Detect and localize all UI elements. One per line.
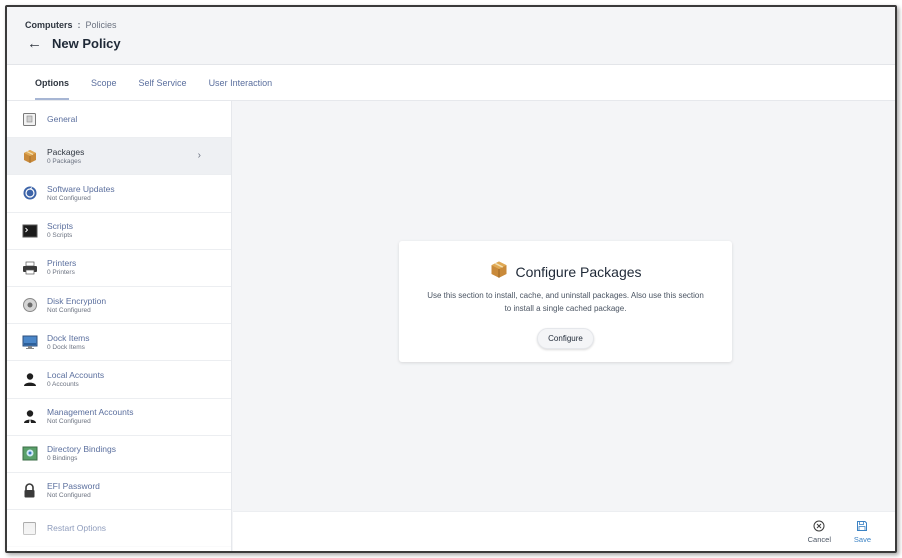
sidebar-item-label: Dock Items — [47, 332, 90, 343]
sidebar-item-dock-items[interactable]: Dock Items 0 Dock Items — [7, 324, 231, 362]
sidebar-item-label: Scripts — [47, 221, 73, 232]
sidebar-item-local-accounts[interactable]: Local Accounts 0 Accounts — [7, 361, 231, 399]
sidebar-item-label: Disk Encryption — [47, 295, 107, 306]
package-icon — [21, 148, 38, 165]
sidebar-item-restart-options[interactable]: Restart Options — [7, 510, 231, 548]
sidebar-item-label: Packages — [47, 146, 85, 157]
monitor-icon — [21, 334, 38, 351]
card-header: Configure Packages — [399, 259, 732, 284]
admin-user-icon — [21, 408, 38, 425]
sidebar-item-general[interactable]: General — [7, 101, 231, 139]
card-description: Use this section to install, cache, and … — [399, 289, 732, 315]
save-button[interactable]: Save — [854, 519, 871, 544]
sidebar-item-label: Directory Bindings — [47, 444, 116, 455]
tab-user-interaction[interactable]: User Interaction — [209, 65, 273, 100]
title-row: ← New Policy — [27, 36, 121, 51]
sidebar-item-label: General — [47, 113, 78, 124]
sidebar-item-sub: 0 Accounts — [47, 380, 79, 388]
page-header: Computers : Policies ← New Policy — [7, 7, 895, 65]
terminal-icon — [21, 222, 38, 239]
tab-scope[interactable]: Scope — [91, 65, 117, 100]
sidebar-item-printers[interactable]: Printers 0 Printers — [7, 250, 231, 287]
page-title: New Policy — [52, 36, 121, 51]
sidebar-item-sub: 0 Scripts — [47, 232, 73, 240]
tab-bar: Options Scope Self Service User Interact… — [7, 65, 895, 101]
breadcrumb: Computers : Policies — [25, 20, 117, 30]
cancel-button[interactable]: Cancel — [808, 519, 831, 544]
chevron-right-icon: › — [197, 150, 201, 162]
sidebar-item-sub: Not Configured — [47, 306, 91, 314]
sidebar-item-label: Restart Options — [47, 522, 107, 533]
restart-icon — [21, 520, 38, 537]
sidebar-item-sub: 0 Dock Items — [47, 343, 85, 351]
breadcrumb-separator: : — [77, 20, 81, 30]
app-window: Computers : Policies ← New Policy Option… — [5, 5, 897, 553]
sidebar-item-management-accounts[interactable]: Management Accounts Not Configured — [7, 399, 231, 436]
lock-icon — [21, 482, 38, 499]
breadcrumb-computers[interactable]: Computers — [25, 20, 73, 30]
sidebar-item-scripts[interactable]: Scripts 0 Scripts — [7, 213, 231, 250]
disk-icon — [21, 297, 38, 314]
sidebar-item-label: Local Accounts — [47, 369, 105, 380]
printer-icon — [21, 259, 38, 276]
sidebar-item-label: Software Updates — [47, 183, 115, 194]
general-icon — [21, 111, 38, 128]
sidebar-item-sub: Not Configured — [47, 492, 91, 500]
sidebar-item-sub: 0 Bindings — [47, 455, 78, 463]
sidebar-item-sub: 0 Packages — [47, 157, 81, 165]
card-description-line-1: Use this section to install, cache, and … — [427, 291, 704, 300]
sidebar-item-directory-bindings[interactable]: Directory Bindings 0 Bindings — [7, 436, 231, 473]
sidebar: General Packages 0 Packages › Software U… — [7, 101, 232, 551]
card-description-line-2: to install a single cached package. — [504, 304, 627, 313]
breadcrumb-policies[interactable]: Policies — [86, 20, 117, 30]
sidebar-item-disk-encryption[interactable]: Disk Encryption Not Configured — [7, 287, 231, 325]
save-disk-icon — [855, 519, 869, 533]
tab-options[interactable]: Options — [35, 65, 69, 100]
sidebar-item-software-updates[interactable]: Software Updates Not Configured — [7, 175, 231, 213]
sidebar-item-sub: Not Configured — [47, 194, 91, 202]
software-update-icon — [21, 185, 38, 202]
back-arrow-icon[interactable]: ← — [27, 36, 42, 51]
sidebar-item-label: Printers — [47, 258, 77, 269]
user-icon — [21, 371, 38, 388]
footer-bar: Cancel Save — [233, 511, 895, 551]
configure-button[interactable]: Configure — [537, 328, 594, 349]
sidebar-item-sub: 0 Printers — [47, 269, 75, 277]
package-icon — [489, 259, 509, 284]
tab-self-service[interactable]: Self Service — [139, 65, 187, 100]
save-label: Save — [853, 535, 871, 544]
cancel-circle-icon — [812, 519, 826, 533]
sidebar-item-sub: Not Configured — [47, 418, 91, 426]
sidebar-item-efi-password[interactable]: EFI Password Not Configured — [7, 473, 231, 511]
main-content: Configure Packages Use this section to i… — [233, 101, 895, 511]
configure-packages-card: Configure Packages Use this section to i… — [399, 241, 732, 362]
card-title: Configure Packages — [515, 263, 642, 280]
sidebar-item-packages[interactable]: Packages 0 Packages › — [7, 138, 231, 176]
sidebar-item-label: EFI Password — [47, 481, 100, 492]
sidebar-item-label: Management Accounts — [47, 407, 134, 418]
cancel-label: Cancel — [807, 535, 831, 544]
directory-icon — [21, 445, 38, 462]
